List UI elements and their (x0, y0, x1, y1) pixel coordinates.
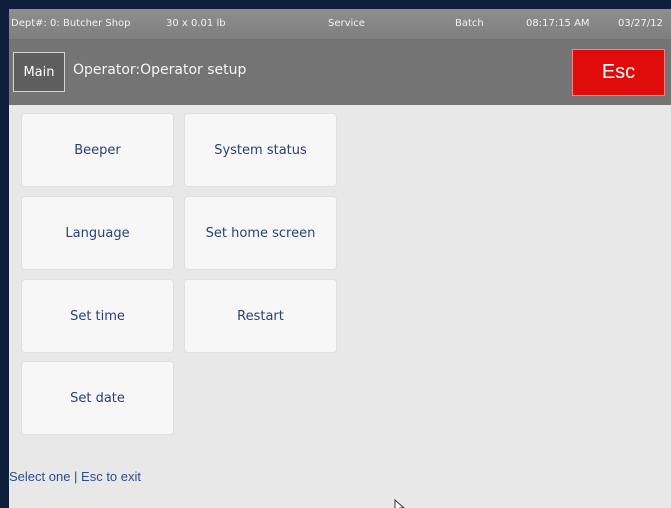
clock-date: 03/27/12 (618, 18, 663, 29)
set-time-button[interactable]: Set time (22, 280, 173, 352)
batch-status: Batch (455, 18, 484, 29)
status-bar: Dept#: 0: Butcher Shop 30 x 0.01 lb Serv… (9, 9, 671, 39)
department-status: Dept#: 0: Butcher Shop (11, 18, 131, 29)
set-date-button[interactable]: Set date (22, 362, 173, 434)
mouse-pointer-icon (394, 499, 405, 508)
restart-button[interactable]: Restart (185, 280, 336, 352)
beeper-button[interactable]: Beeper (22, 114, 173, 186)
footer-hint: Select one | Esc to exit (9, 469, 141, 484)
set-home-screen-button[interactable]: Set home screen (185, 197, 336, 269)
scale-capacity: 30 x 0.01 lb (166, 18, 226, 29)
main-button[interactable]: Main (13, 52, 65, 92)
title-bar: Main Operator:Operator setup Esc (9, 39, 671, 105)
mode-status: Service (328, 18, 365, 29)
page-title: Operator:Operator setup (73, 62, 247, 78)
clock-time: 08:17:15 AM (526, 18, 590, 29)
language-button[interactable]: Language (22, 197, 173, 269)
system-status-button[interactable]: System status (185, 114, 336, 186)
menu-area: Beeper System status Language Set home s… (9, 105, 671, 508)
app-window: Dept#: 0: Butcher Shop 30 x 0.01 lb Serv… (9, 9, 671, 508)
esc-button[interactable]: Esc (572, 49, 665, 96)
